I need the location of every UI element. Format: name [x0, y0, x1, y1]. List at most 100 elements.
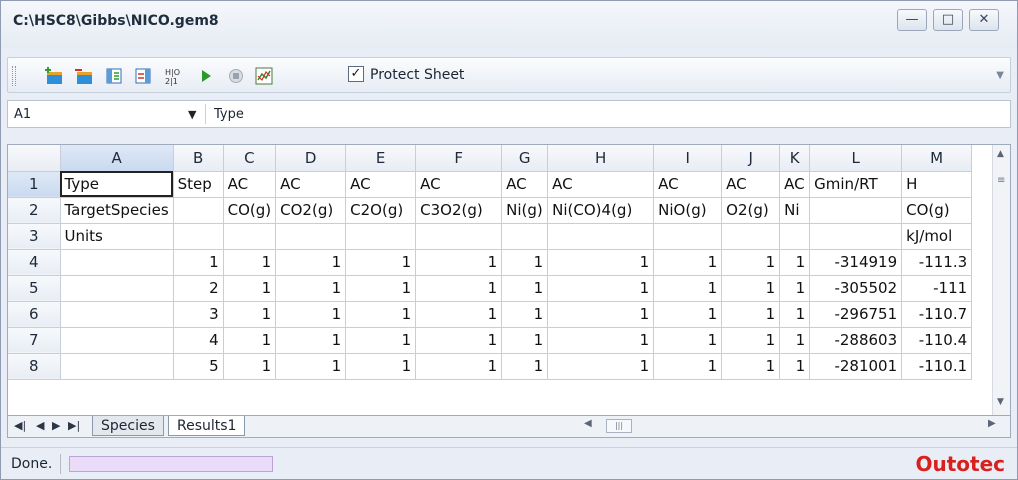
cell-reference-dropdown-icon[interactable]: ▼ — [188, 108, 196, 121]
grid-cell[interactable]: 1 — [223, 275, 277, 302]
grid-cell[interactable]: 1 — [275, 327, 347, 354]
grid-cell[interactable]: Ni — [779, 197, 811, 224]
scroll-up-icon[interactable]: ▲ — [997, 149, 1004, 159]
grid-cell[interactable]: -305502 — [809, 275, 903, 302]
grid-cell[interactable]: AC — [223, 171, 277, 198]
column-header[interactable]: E — [345, 145, 417, 172]
toolbar-overflow-icon[interactable]: ▼ — [996, 70, 1004, 81]
column-header[interactable]: I — [653, 145, 723, 172]
column-header[interactable]: G — [501, 145, 549, 172]
grid-cell[interactable]: 1 — [415, 327, 503, 354]
grid-cell[interactable]: AC — [345, 171, 417, 198]
grid-cell[interactable]: 1 — [415, 353, 503, 380]
grid-cell[interactable]: 1 — [779, 249, 811, 276]
grid-cell[interactable]: 4 — [173, 327, 224, 354]
grid-cell[interactable]: -110.4 — [901, 327, 973, 354]
scroll-down-icon[interactable]: ▼ — [997, 397, 1004, 407]
column-header[interactable]: L — [809, 145, 903, 172]
column-header[interactable]: H — [547, 145, 655, 172]
stop-icon[interactable] — [226, 66, 246, 86]
grid-cell[interactable]: Units — [60, 223, 174, 250]
insert-column-icon[interactable] — [104, 66, 124, 86]
grid-cell[interactable]: -111 — [901, 275, 973, 302]
grid-cell[interactable]: -110.1 — [901, 353, 973, 380]
grid-cell[interactable]: 1 — [173, 249, 224, 276]
grid-cell[interactable]: 1 — [275, 301, 347, 328]
grid-cell[interactable]: 1 — [653, 301, 723, 328]
grid-cell[interactable]: 1 — [547, 301, 655, 328]
grid-cell[interactable] — [60, 249, 174, 276]
grid-cell[interactable]: -296751 — [809, 301, 903, 328]
select-all-corner[interactable] — [8, 145, 61, 172]
grid-cell[interactable]: 1 — [547, 249, 655, 276]
grid-cell[interactable] — [275, 223, 347, 250]
grid-cell[interactable]: 2 — [173, 275, 224, 302]
grid-cell[interactable] — [779, 223, 811, 250]
grid-cell[interactable]: -281001 — [809, 353, 903, 380]
row-header[interactable]: 7 — [8, 327, 61, 354]
close-button[interactable]: ✕ — [969, 9, 999, 31]
grid-cell[interactable]: AC — [547, 171, 655, 198]
column-header[interactable]: F — [415, 145, 503, 172]
scroll-right-icon[interactable]: ▶ — [988, 418, 996, 429]
grid-cell[interactable]: kJ/mol — [901, 223, 973, 250]
grid-cell[interactable]: AC — [653, 171, 723, 198]
grid-cell[interactable]: Gmin/RT — [809, 171, 903, 198]
grid-cell[interactable] — [547, 223, 655, 250]
tab-results1[interactable]: Results1 — [168, 416, 246, 436]
grid-cell[interactable] — [809, 223, 903, 250]
minimize-button[interactable]: — — [897, 9, 927, 31]
column-header[interactable]: M — [901, 145, 973, 172]
grid-cell[interactable]: AC — [721, 171, 781, 198]
vertical-scrollbar[interactable]: ▲ ≡ ▼ — [992, 145, 1010, 415]
grid-cell[interactable]: 5 — [173, 353, 224, 380]
delete-column-icon[interactable] — [134, 66, 154, 86]
grid-cell[interactable]: 1 — [223, 327, 277, 354]
grid-cell[interactable]: 1 — [223, 353, 277, 380]
grid-cell[interactable]: 1 — [415, 249, 503, 276]
cell-reference[interactable]: A1 — [14, 107, 31, 122]
row-header[interactable]: 6 — [8, 301, 61, 328]
scroll-left-icon[interactable]: ◀ — [584, 418, 592, 429]
grid-cell[interactable]: 1 — [345, 353, 417, 380]
scroll-thumb[interactable]: ≡ — [997, 176, 1007, 191]
grid-cell[interactable]: 1 — [275, 249, 347, 276]
grid-cell[interactable]: -110.7 — [901, 301, 973, 328]
grid-cell[interactable]: 1 — [345, 301, 417, 328]
grid-cell[interactable] — [173, 197, 224, 224]
grid-cell[interactable] — [173, 223, 224, 250]
grid-cell[interactable]: 1 — [779, 301, 811, 328]
grid-cell[interactable]: 1 — [345, 249, 417, 276]
grid-cell[interactable]: Ni(g) — [501, 197, 549, 224]
grid-cell[interactable]: 1 — [653, 249, 723, 276]
grid-cell[interactable] — [223, 223, 277, 250]
row-header[interactable]: 2 — [8, 197, 61, 224]
maximize-button[interactable]: □ — [933, 9, 963, 31]
grid-cell[interactable] — [345, 223, 417, 250]
grid-cell[interactable]: 1 — [501, 353, 549, 380]
grid-cell[interactable]: 1 — [501, 249, 549, 276]
grid-cell[interactable]: 1 — [653, 353, 723, 380]
grid-cell[interactable]: -111.3 — [901, 249, 973, 276]
column-header[interactable]: C — [223, 145, 277, 172]
row-header[interactable]: 1 — [8, 171, 61, 198]
grid-cell[interactable]: 1 — [501, 327, 549, 354]
grid-cell[interactable]: CO(g) — [223, 197, 277, 224]
grid-cell[interactable]: 1 — [653, 275, 723, 302]
remove-sheet-icon[interactable] — [74, 66, 94, 86]
grid-cell[interactable]: 1 — [721, 327, 781, 354]
chart-icon[interactable] — [254, 66, 274, 86]
column-header[interactable]: B — [173, 145, 224, 172]
grid-cell[interactable] — [415, 223, 503, 250]
formula-input[interactable]: Type — [214, 107, 244, 122]
add-sheet-icon[interactable] — [44, 66, 64, 86]
grid-cell[interactable]: AC — [501, 171, 549, 198]
column-header[interactable]: D — [275, 145, 347, 172]
grid-cell[interactable]: C3O2(g) — [415, 197, 503, 224]
protect-sheet-checkbox[interactable]: ✓ — [348, 66, 364, 82]
grid-cell[interactable] — [721, 223, 781, 250]
grid-cell[interactable]: Type — [60, 171, 174, 198]
grid-cell[interactable] — [501, 223, 549, 250]
row-header[interactable]: 5 — [8, 275, 61, 302]
first-sheet-icon[interactable]: ◀| — [14, 419, 26, 432]
